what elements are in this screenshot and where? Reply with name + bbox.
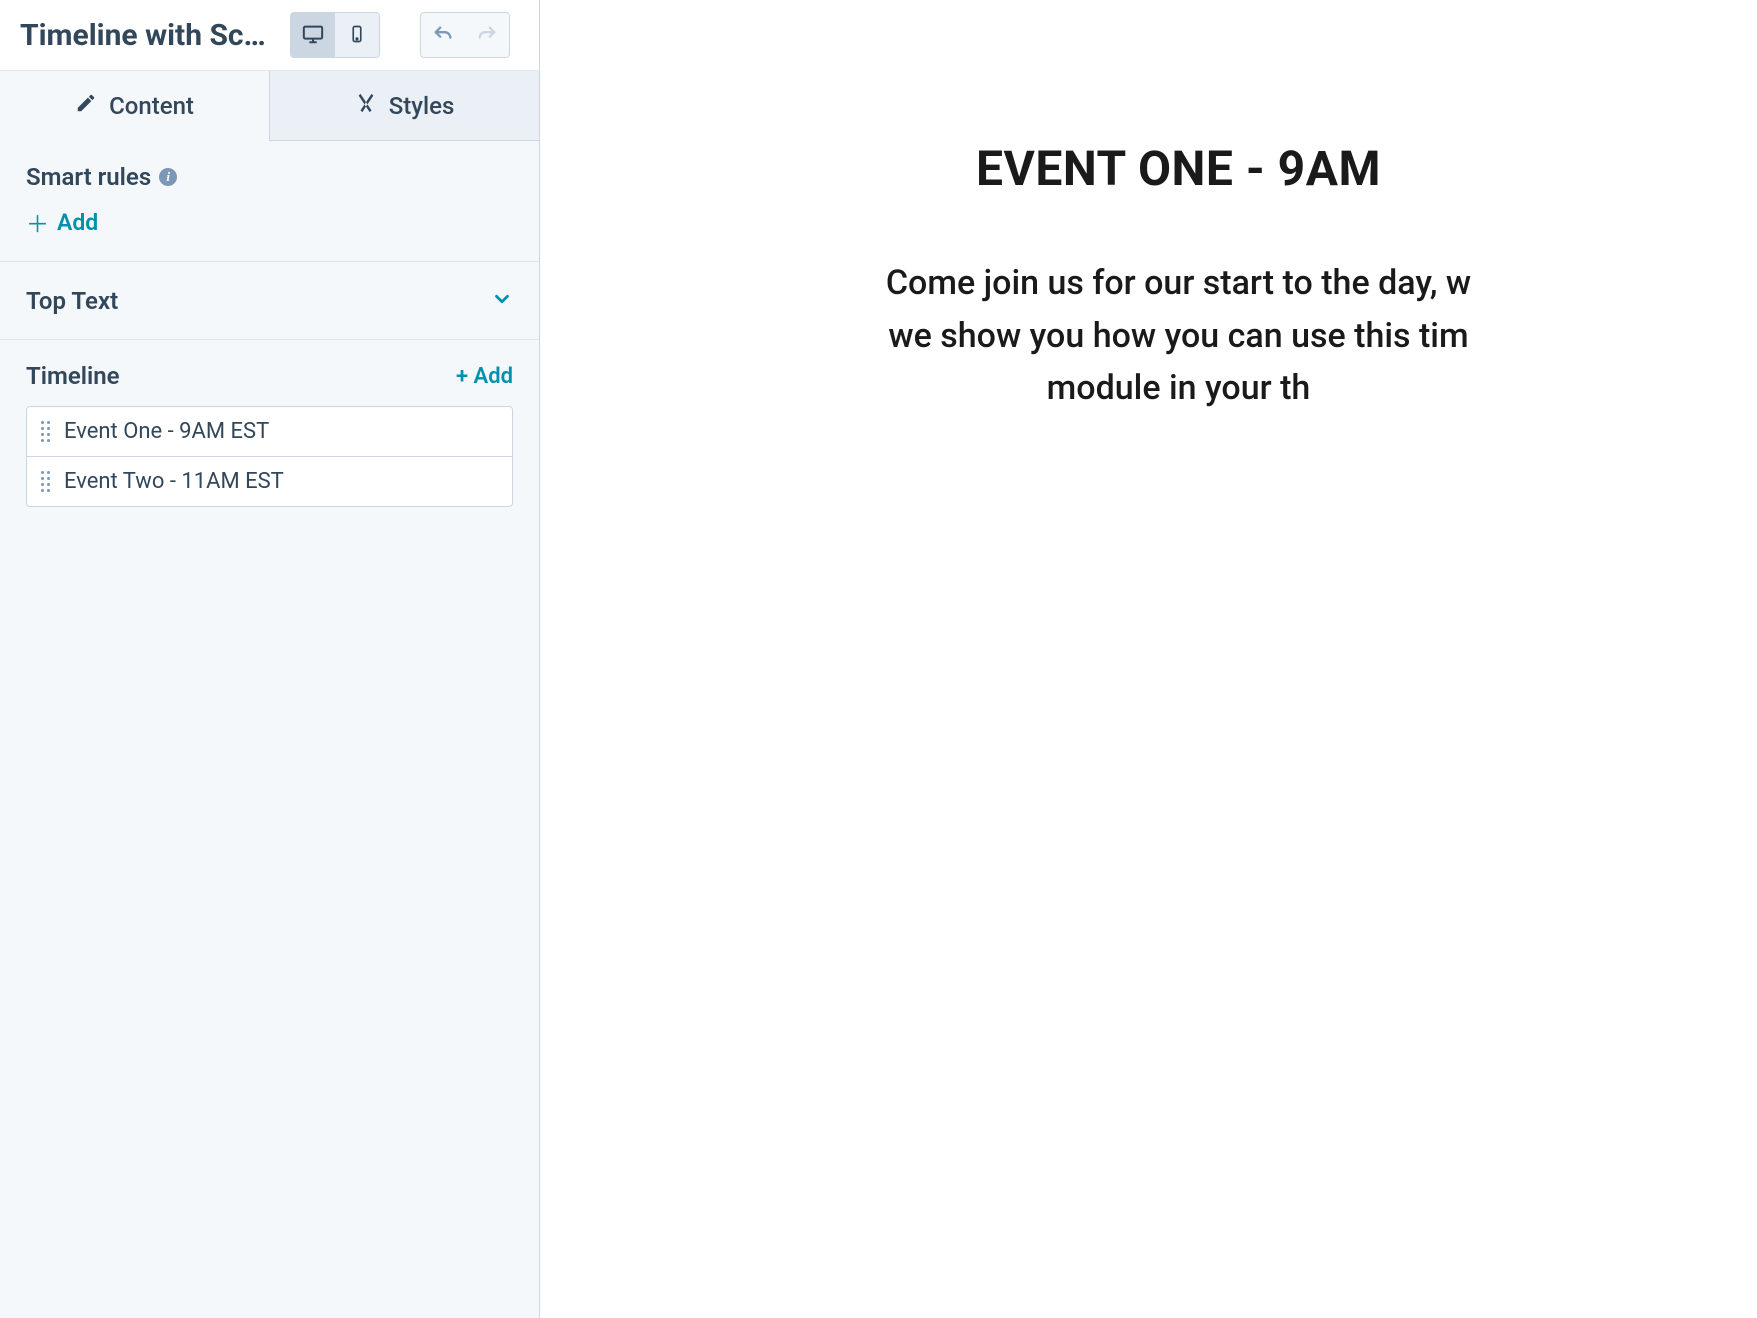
- timeline-label: Timeline: [26, 362, 120, 390]
- drag-handle-icon[interactable]: [41, 471, 50, 492]
- module-title: Timeline with Sc…: [20, 18, 280, 53]
- timeline-section: Timeline + Add Event One - 9AM EST Event…: [0, 340, 539, 529]
- plus-icon: ＋: [26, 205, 49, 239]
- timeline-item[interactable]: Event Two - 11AM EST: [27, 457, 512, 506]
- tab-styles-label: Styles: [389, 92, 455, 120]
- editor-sidebar: Timeline with Sc…: [0, 0, 540, 1318]
- timeline-list: Event One - 9AM EST Event Two - 11AM EST: [26, 406, 513, 507]
- undo-button[interactable]: [421, 13, 465, 57]
- desktop-icon: [302, 23, 324, 48]
- smart-rules-header: Smart rules i: [26, 163, 513, 191]
- smart-rules-label: Smart rules: [26, 163, 151, 191]
- undo-icon: [432, 23, 454, 48]
- timeline-header: Timeline + Add: [26, 362, 513, 390]
- redo-icon: [476, 23, 498, 48]
- mobile-view-button[interactable]: [335, 13, 379, 57]
- redo-button[interactable]: [465, 13, 509, 57]
- desktop-view-button[interactable]: [291, 13, 335, 57]
- add-smart-rule-button[interactable]: ＋ Add: [26, 205, 98, 239]
- styles-icon: [355, 92, 377, 120]
- timeline-item-label: Event One - 9AM EST: [64, 419, 269, 444]
- timeline-item-label: Event Two - 11AM EST: [64, 469, 284, 494]
- tab-content[interactable]: Content: [0, 71, 270, 141]
- add-label: Add: [57, 209, 98, 236]
- sidebar-header: Timeline with Sc…: [0, 0, 539, 71]
- device-toggle: [290, 12, 380, 58]
- tab-content-label: Content: [109, 92, 194, 120]
- history-toggle: [420, 12, 510, 58]
- chevron-down-icon: [491, 284, 513, 317]
- add-timeline-item-button[interactable]: + Add: [456, 364, 513, 389]
- drag-handle-icon[interactable]: [41, 421, 50, 442]
- pencil-icon: [75, 92, 97, 120]
- info-icon[interactable]: i: [159, 168, 177, 186]
- top-text-label: Top Text: [26, 287, 118, 315]
- tab-styles[interactable]: Styles: [270, 71, 539, 141]
- preview-event-description: Come join us for our start to the day, w…: [660, 257, 1697, 415]
- timeline-item[interactable]: Event One - 9AM EST: [27, 407, 512, 457]
- smart-rules-section: Smart rules i ＋ Add: [0, 141, 539, 262]
- preview-pane: EVENT ONE - 9AM Come join us for our sta…: [540, 0, 1757, 1318]
- editor-tabs: Content Styles: [0, 71, 539, 141]
- top-text-section[interactable]: Top Text: [0, 262, 539, 340]
- mobile-icon: [348, 25, 366, 46]
- preview-event-title: EVENT ONE - 9AM: [660, 140, 1697, 197]
